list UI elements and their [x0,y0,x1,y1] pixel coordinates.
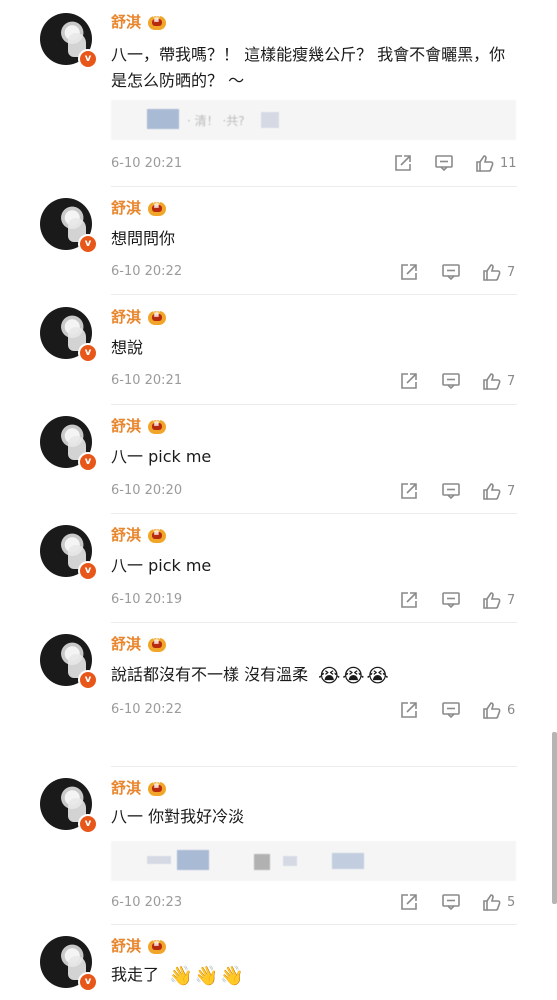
comment-text: 八一 你對我好冷淡 [111,807,245,826]
waving-emoji: 👋 [169,965,193,987]
crown-icon [148,309,166,325]
divider [111,186,517,187]
comment-icon[interactable] [441,700,461,720]
comment-icon[interactable] [441,262,461,282]
username[interactable]: 舒淇 [111,936,141,956]
verified-icon: v [78,452,98,472]
timestamp: 6-10 20:20 [111,483,183,498]
timestamp: 6-10 20:19 [111,592,183,607]
username[interactable]: 舒淇 [111,12,141,32]
blurred-quote: · 清！ ·共? [111,100,516,140]
timestamp: 6-10 20:23 [111,895,183,910]
username[interactable]: 舒淇 [111,416,141,436]
comment-icon[interactable] [441,481,461,501]
like-button[interactable]: 6 [482,700,515,720]
comment-icon[interactable] [441,371,461,391]
like-icon [483,373,501,390]
share-icon[interactable] [393,153,413,173]
like-count: 7 [507,483,516,499]
comment-feed: v 舒淇 八一，帶我嗎？！ 這樣能瘦幾公斤？ 我會不會曬黑，你是怎么防晒的？ ～… [0,0,557,1000]
like-button[interactable]: 7 [482,481,515,501]
comment-text: 想說 [111,338,144,357]
comment-icon[interactable] [441,590,461,610]
like-icon [483,894,501,911]
crying-emoji: 😭 [366,665,389,687]
like-count: 6 [507,702,516,718]
share-icon[interactable] [399,590,419,610]
scrollbar[interactable] [552,732,557,904]
like-icon [483,592,501,609]
crying-emoji: 😭 [342,665,365,687]
crown-icon [148,780,166,796]
verified-icon: v [78,234,98,254]
verified-icon: v [78,343,98,363]
comment-text: 八一 pick me [111,447,212,466]
waving-emoji: 👋 [220,965,245,987]
crying-emoji: 😭 [318,665,341,687]
like-count: 5 [507,894,516,910]
like-count: 7 [507,592,516,608]
comment-text: 想問問你 [111,229,176,248]
share-icon[interactable] [399,262,419,282]
comment-text: 我走了 👋 👋 👋 [111,962,517,988]
timestamp: 6-10 20:21 [111,373,183,388]
verified-icon: v [78,670,98,690]
like-count: 7 [507,373,516,389]
crown-icon [148,636,166,652]
like-count: 11 [500,155,517,171]
like-button[interactable]: 7 [482,262,515,282]
verified-icon: v [78,561,98,581]
like-icon [483,264,501,281]
like-button[interactable]: 7 [482,590,515,610]
verified-icon: v [78,49,98,69]
crown-icon [148,200,166,216]
divider [111,294,517,295]
verified-icon: v [78,972,98,992]
like-icon [483,483,501,500]
like-icon [483,702,501,719]
blurred-quote [111,841,516,881]
comment-text-body: 我走了 [111,965,160,984]
divider [111,404,517,405]
comment-icon[interactable] [434,153,454,173]
waving-emoji: 👋 [194,965,219,987]
like-button[interactable]: 11 [475,153,517,173]
comment-text-body: 說話都沒有不一樣 沒有溫柔 [111,665,309,684]
divider [111,766,517,767]
divider [111,924,517,925]
like-button[interactable]: 5 [482,892,515,912]
comment-text: 說話都沒有不一樣 沒有溫柔 😭 😭 😭 [111,662,517,688]
share-icon[interactable] [399,892,419,912]
timestamp: 6-10 20:22 [111,264,183,279]
like-count: 7 [507,264,516,280]
share-icon[interactable] [399,481,419,501]
crown-icon [148,938,166,954]
crown-icon [148,527,166,543]
divider [111,513,517,514]
timestamp: 6-10 20:22 [111,702,183,717]
like-icon [476,155,494,172]
username[interactable]: 舒淇 [111,778,141,798]
username[interactable]: 舒淇 [111,525,141,545]
verified-icon: v [78,814,98,834]
username[interactable]: 舒淇 [111,634,141,654]
comment-text: 八一，帶我嗎？！ 這樣能瘦幾公斤？ 我會不會曬黑，你是怎么防晒的？ ～ [111,45,506,90]
share-icon[interactable] [399,371,419,391]
crown-icon [148,418,166,434]
comment-icon[interactable] [441,892,461,912]
comment-text: 八一 pick me [111,556,212,575]
username[interactable]: 舒淇 [111,307,141,327]
timestamp: 6-10 20:21 [111,156,183,171]
crown-icon [148,14,166,30]
username[interactable]: 舒淇 [111,198,141,218]
divider [111,622,517,623]
like-button[interactable]: 7 [482,371,515,391]
share-icon[interactable] [399,700,419,720]
